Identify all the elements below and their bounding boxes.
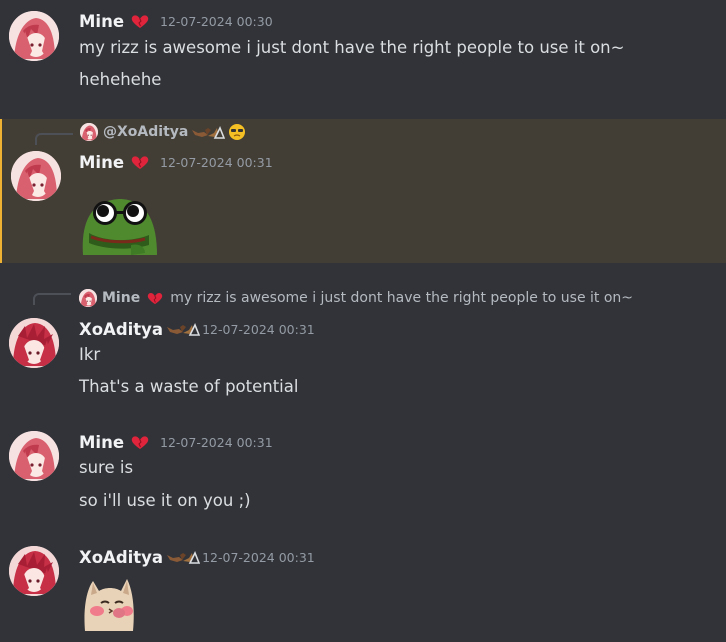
heart-badge-icon [130, 13, 150, 29]
avatar[interactable] [11, 151, 61, 201]
chat-message[interactable]: Mine 12-07-2024 00:30 my rizz is awesome… [0, 0, 726, 118]
heart-badge-icon [130, 434, 150, 450]
reply-preview[interactable]: Mine my rizz is awesome i just dont have… [79, 289, 633, 307]
face-emoji-icon [228, 123, 246, 141]
timestamp: 12-07-2024 00:31 [202, 321, 315, 337]
avatar[interactable] [9, 546, 59, 596]
chat-message[interactable]: Mine my rizz is awesome i just dont have… [0, 285, 726, 405]
message-text: hehehehe [79, 70, 162, 89]
reply-spine [35, 133, 73, 145]
heart-badge-icon [130, 154, 150, 170]
reply-avatar [80, 123, 98, 141]
username[interactable]: Mine [79, 153, 124, 172]
avatar[interactable] [9, 11, 59, 61]
reply-username[interactable]: Mine [102, 290, 140, 306]
hands-badge-icon [191, 124, 225, 140]
hands-badge-icon [166, 321, 200, 337]
reply-spine [33, 293, 71, 305]
pepe-sunglasses-icon[interactable] [79, 185, 159, 259]
username[interactable]: Mine [79, 433, 124, 452]
reply-preview[interactable]: @XoAditya [80, 123, 246, 141]
chat-log: Mine 12-07-2024 00:30 my rizz is awesome… [0, 0, 726, 642]
blushing-cat-icon[interactable] [79, 569, 141, 631]
message-text: Ikr [79, 345, 101, 364]
timestamp: 12-07-2024 00:30 [160, 13, 273, 29]
chat-message[interactable]: Mine 12-07-2024 00:31 sure is so i'll us… [0, 420, 726, 530]
avatar[interactable] [9, 318, 59, 368]
username[interactable]: XoAditya [79, 320, 163, 339]
reply-mention[interactable]: @XoAditya [103, 124, 188, 140]
username[interactable]: XoAditya [79, 548, 163, 567]
chat-message[interactable]: XoAditya 12-07-2024 00:31 [0, 535, 726, 642]
heart-badge-icon [146, 291, 164, 305]
timestamp: 12-07-2024 00:31 [202, 549, 315, 565]
avatar[interactable] [9, 431, 59, 481]
timestamp: 12-07-2024 00:31 [160, 434, 273, 450]
reply-text[interactable]: my rizz is awesome i just dont have the … [170, 290, 633, 306]
hands-badge-icon [166, 549, 200, 565]
timestamp: 12-07-2024 00:31 [160, 154, 273, 170]
message-text: sure is [79, 458, 134, 477]
chat-message-highlighted[interactable]: @XoAditya Mine 12-07-2024 00:31 [0, 119, 726, 263]
message-text: so i'll use it on you ;) [79, 491, 251, 510]
username[interactable]: Mine [79, 12, 124, 31]
reply-avatar [79, 289, 97, 307]
message-text: That's a waste of potential [79, 377, 299, 396]
message-text: my rizz is awesome i just dont have the … [79, 38, 625, 57]
